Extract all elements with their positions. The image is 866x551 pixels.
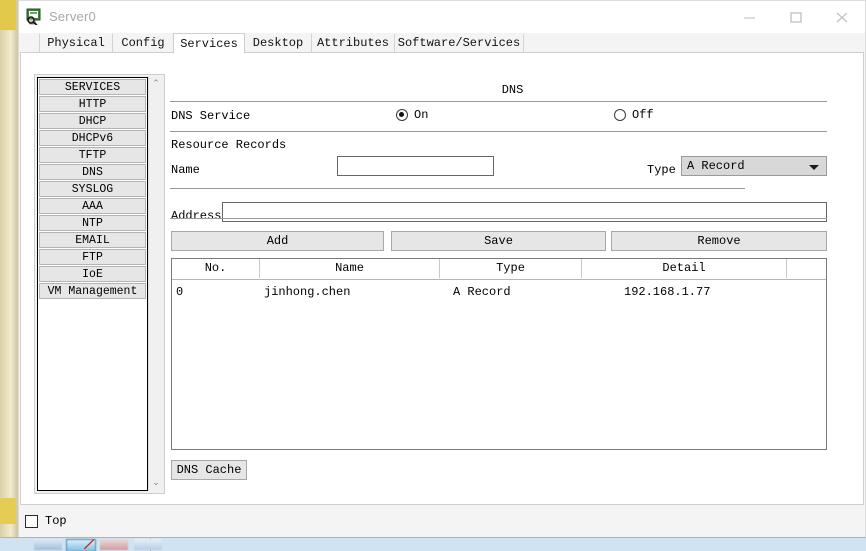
dns-service-label: DNS Service <box>171 109 251 123</box>
tab-attributes[interactable]: Attributes <box>311 34 395 53</box>
window-title: Server0 <box>49 9 96 24</box>
taskbar-item-1[interactable] <box>34 539 62 550</box>
sidebar-item-http[interactable]: HTTP <box>39 96 146 112</box>
sidebar-item-syslog[interactable]: SYSLOG <box>39 181 146 197</box>
background-document-strip <box>0 0 18 551</box>
table-header-row: No. Name Type Detail <box>172 259 826 280</box>
radio-dns-on[interactable]: On <box>396 108 428 122</box>
maximize-icon[interactable] <box>773 1 819 32</box>
sidebar-scrollbar[interactable]: ⌃ ⌄ <box>148 77 163 491</box>
add-button[interactable]: Add <box>171 231 384 251</box>
sidebar-item-aaa[interactable]: AAA <box>39 198 146 214</box>
close-icon[interactable] <box>819 1 865 32</box>
sidebar-item-dhcpv6[interactable]: DHCPv6 <box>39 130 146 146</box>
services-list: SERVICES HTTP DHCP DHCPv6 TFTP DNS SYSLO… <box>37 77 148 491</box>
sidebar-item-email[interactable]: EMAIL <box>39 232 146 248</box>
radio-off-indicator <box>614 109 626 121</box>
type-label: Type <box>647 163 676 177</box>
dns-config-pane: DNS DNS Service On Off Resource Records … <box>170 74 855 499</box>
sidebar-item-ioe[interactable]: IoE <box>39 266 146 282</box>
column-header-name[interactable]: Name <box>260 259 440 278</box>
record-type-value: A Record <box>687 159 745 173</box>
window-footer: Top <box>20 505 864 538</box>
services-content-panel: SERVICES HTTP DHCP DHCPv6 TFTP DNS SYSLO… <box>20 52 864 505</box>
radio-on-indicator <box>396 109 408 121</box>
tab-services[interactable]: Services <box>173 33 245 54</box>
column-header-detail[interactable]: Detail <box>582 259 787 278</box>
dns-cache-button[interactable]: DNS Cache <box>171 460 247 480</box>
services-sidebar: SERVICES HTTP DHCP DHCPv6 TFTP DNS SYSLO… <box>34 74 165 494</box>
title-bar: Server0 <box>19 1 865 34</box>
taskbar-item-4[interactable] <box>134 539 162 550</box>
divider-address-row <box>170 218 827 219</box>
checkbox-indicator <box>25 514 38 528</box>
server0-window: Server0 Physical Config Services Desktop… <box>18 0 866 538</box>
page-title: DNS <box>501 83 524 97</box>
top-checkbox-label: Top <box>45 514 67 528</box>
sidebar-item-tftp[interactable]: TFTP <box>39 147 146 163</box>
sidebar-item-services[interactable]: SERVICES <box>39 79 146 95</box>
column-header-type[interactable]: Type <box>440 259 582 278</box>
resource-records-label: Resource Records <box>171 138 287 152</box>
sidebar-item-dhcp[interactable]: DHCP <box>39 113 146 129</box>
save-button[interactable]: Save <box>391 231 606 251</box>
taskbar <box>0 537 866 551</box>
column-header-no[interactable]: No. <box>172 259 260 278</box>
remove-button[interactable]: Remove <box>611 231 827 251</box>
server-device-icon <box>25 8 42 26</box>
table-row[interactable]: 0 jinhong.chen A Record 192.168.1.77 <box>172 280 826 304</box>
address-input[interactable] <box>222 202 827 222</box>
chevron-down-icon <box>809 165 819 170</box>
sidebar-item-ftp[interactable]: FTP <box>39 249 146 265</box>
cell-name: jinhong.chen <box>264 285 351 299</box>
divider-service <box>170 131 827 132</box>
tab-desktop[interactable]: Desktop <box>244 34 312 53</box>
tab-config[interactable]: Config <box>112 34 174 53</box>
radio-dns-off[interactable]: Off <box>614 108 654 122</box>
tab-physical[interactable]: Physical <box>39 34 113 53</box>
sidebar-item-ntp[interactable]: NTP <box>39 215 146 231</box>
taskbar-item-2-marker <box>84 539 94 549</box>
taskbar-item-3[interactable] <box>100 539 128 550</box>
cell-detail: 192.168.1.77 <box>624 285 711 299</box>
scroll-down-icon[interactable]: ⌄ <box>149 476 163 491</box>
name-label: Name <box>171 163 200 177</box>
radio-off-label: Off <box>632 108 654 122</box>
column-header-spacer <box>787 259 826 278</box>
record-type-select[interactable]: A Record <box>681 156 827 176</box>
tab-strip: Physical Config Services Desktop Attribu… <box>19 33 865 54</box>
background-document-corner <box>0 0 16 30</box>
tab-software-services[interactable]: Software/Services <box>394 34 524 53</box>
cell-no: 0 <box>176 285 184 299</box>
dns-records-table: No. Name Type Detail 0 jinhong.chen A Re… <box>171 258 827 450</box>
cell-type: A Record <box>453 285 511 299</box>
address-label: Address <box>171 209 222 223</box>
top-checkbox[interactable]: Top <box>25 514 67 528</box>
radio-on-label: On <box>414 108 429 122</box>
sidebar-item-dns[interactable]: DNS <box>39 164 146 180</box>
minimize-icon[interactable] <box>727 1 773 32</box>
name-input[interactable] <box>337 156 494 176</box>
divider-top <box>170 101 827 102</box>
divider-name-row <box>170 188 745 189</box>
background-document-label <box>0 498 16 524</box>
sidebar-item-vm-management[interactable]: VM Management <box>39 283 146 299</box>
scroll-up-icon[interactable]: ⌃ <box>149 77 163 92</box>
